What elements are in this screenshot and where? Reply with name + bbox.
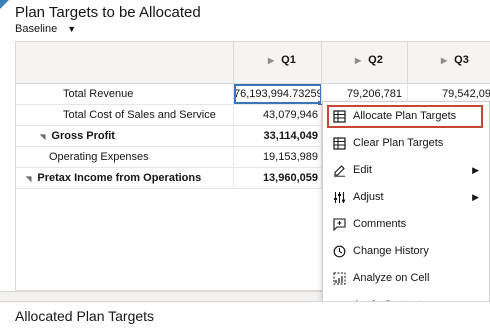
analyze-icon: [333, 272, 346, 285]
clear-icon: [333, 137, 346, 150]
menu-item-allocate-plan-targets[interactable]: Allocate Plan Targets: [327, 105, 483, 128]
row-label: ◥ Pretax Income from Operations: [26, 172, 202, 184]
expand-triangle-icon[interactable]: ▶: [441, 56, 447, 65]
bottom-panel-title: Allocated Plan Targets: [15, 308, 155, 324]
panel-corner-marker: [0, 0, 9, 9]
expand-triangle-icon[interactable]: ▶: [268, 56, 274, 65]
menu-item-label: Change History: [353, 245, 429, 257]
menu-item-label: Comments: [353, 218, 407, 230]
column-header-q2[interactable]: ▶ Q2: [355, 54, 383, 66]
scenario-selector[interactable]: Baseline ▼: [15, 23, 76, 35]
menu-item-clear-plan-targets[interactable]: Clear Plan Targets: [327, 132, 483, 155]
row-label: Operating Expenses: [49, 151, 149, 163]
history-icon: [333, 245, 346, 258]
menu-item-label: Analyze on Cell: [353, 272, 430, 284]
menu-item-label: Clear Plan Targets: [353, 137, 444, 149]
allocated-plan-targets-panel: Allocated Plan Targets: [0, 301, 490, 328]
adjust-icon: [334, 192, 345, 203]
comment-icon: [333, 218, 346, 231]
menu-item-label: Edit: [353, 164, 372, 176]
menu-item-edit[interactable]: Edit ▶: [327, 159, 483, 182]
grid-cell[interactable]: 33,114,049: [234, 126, 318, 146]
grid-header-row: ▶ Q1 ▶ Q2 ▶ Q3: [16, 42, 490, 84]
menu-item-comments[interactable]: Comments: [327, 213, 483, 236]
allocate-icon: [333, 110, 346, 123]
context-menu: Allocate Plan Targets Clear Plan Targets…: [322, 101, 490, 319]
menu-item-change-history[interactable]: Change History: [327, 240, 483, 263]
menu-item-label: Adjust: [353, 191, 384, 203]
menu-item-analyze-on-cell[interactable]: Analyze on Cell: [327, 267, 483, 290]
row-label: ◥ Gross Profit: [40, 130, 115, 142]
scenario-label: Baseline: [15, 23, 58, 35]
edit-icon: [334, 165, 345, 177]
grid-cell[interactable]: 43,079,946: [234, 105, 318, 125]
submenu-arrow-icon: ▶: [472, 192, 479, 202]
row-label: Total Revenue: [63, 88, 134, 100]
row-label: Total Cost of Sales and Service: [63, 109, 216, 121]
grid-cell-selected[interactable]: 76,193,994.732591: [234, 84, 322, 104]
grid-cell[interactable]: 19,153,989: [234, 147, 318, 167]
column-header-q1[interactable]: ▶ Q1: [268, 54, 296, 66]
grid-cell[interactable]: 13,960,059: [234, 168, 318, 188]
menu-item-adjust[interactable]: Adjust ▶: [327, 186, 483, 209]
column-header-q3[interactable]: ▶ Q3: [441, 54, 469, 66]
menu-item-label: Allocate Plan Targets: [353, 110, 457, 122]
panel-title: Plan Targets to be Allocated: [15, 4, 201, 21]
collapse-triangle-icon[interactable]: ◥: [40, 134, 45, 141]
collapse-triangle-icon[interactable]: ◥: [26, 176, 31, 183]
expand-triangle-icon[interactable]: ▶: [355, 56, 361, 65]
dropdown-caret-icon: ▼: [67, 24, 77, 34]
submenu-arrow-icon: ▶: [472, 165, 479, 175]
